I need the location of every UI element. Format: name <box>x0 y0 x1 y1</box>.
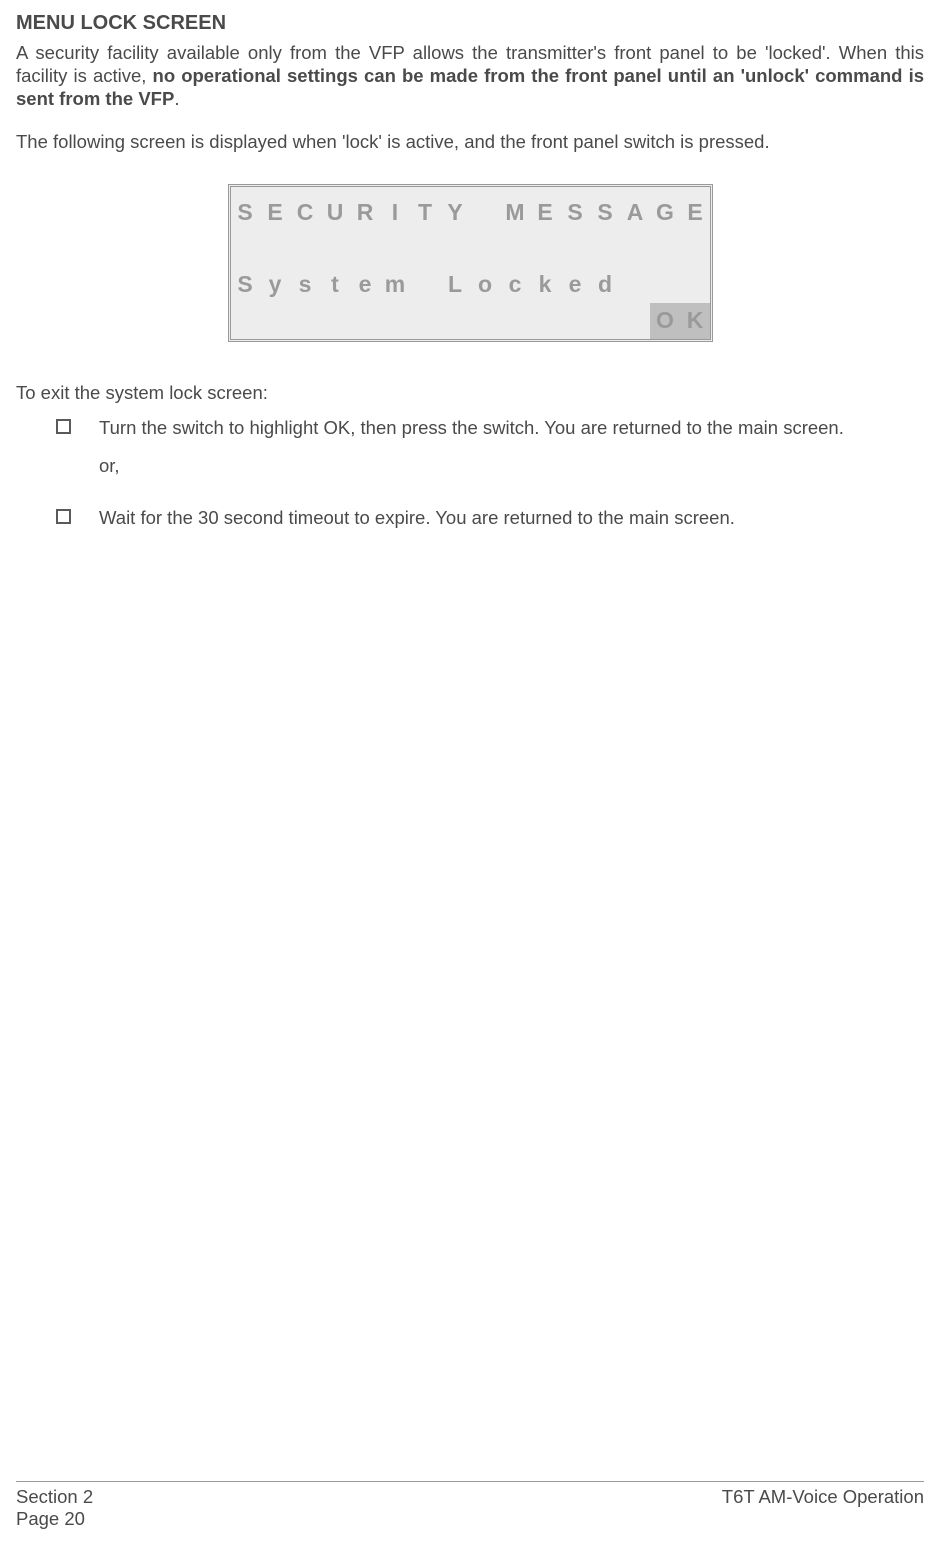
lcd-cell: E <box>530 195 560 231</box>
lcd-cell: G <box>650 195 680 231</box>
lcd-cell: o <box>470 267 500 303</box>
lcd-cell <box>620 303 650 339</box>
lcd-cell <box>440 303 470 339</box>
lcd-cell <box>470 231 500 267</box>
footer-rule <box>16 1481 924 1482</box>
lcd-cell <box>470 195 500 231</box>
lcd-cell <box>590 303 620 339</box>
lcd-cell <box>230 231 260 267</box>
lcd-cell: L <box>440 267 470 303</box>
lcd-cell: U <box>320 195 350 231</box>
section-heading: MENU LOCK SCREEN <box>16 12 924 35</box>
lcd-screen: SECURITYMESSAGESystemLockedOK <box>228 184 713 342</box>
lcd-cell <box>500 231 530 267</box>
lcd-cell <box>530 231 560 267</box>
item-step-2: Wait for the 30 second timeout to expire… <box>99 506 924 530</box>
lcd-cell <box>290 231 320 267</box>
lcd-cell: K <box>680 303 710 339</box>
lcd-cell: T <box>410 195 440 231</box>
lcd-cell: e <box>560 267 590 303</box>
lcd-cell <box>620 231 650 267</box>
list-item: Wait for the 30 second timeout to expire… <box>16 506 924 530</box>
paragraph-description: The following screen is displayed when '… <box>16 130 924 153</box>
page-footer: Section 2 Page 20 T6T AM-Voice Operation <box>16 1481 924 1530</box>
lcd-cell <box>410 231 440 267</box>
lcd-cell <box>470 303 500 339</box>
footer-row: Section 2 Page 20 T6T AM-Voice Operation <box>16 1486 924 1530</box>
lcd-cell <box>560 231 590 267</box>
document-page: MENU LOCK SCREEN A security facility ava… <box>0 0 940 1544</box>
lcd-cell: I <box>380 195 410 231</box>
footer-page: Page 20 <box>16 1508 93 1530</box>
lcd-cell <box>440 231 470 267</box>
lcd-cell <box>500 303 530 339</box>
lcd-cell <box>230 303 260 339</box>
instructions-intro: To exit the system lock screen: <box>16 382 924 404</box>
lcd-cell <box>320 303 350 339</box>
lcd-cell <box>350 231 380 267</box>
lcd-frame: SECURITYMESSAGESystemLockedOK <box>228 184 713 342</box>
lcd-cell: C <box>290 195 320 231</box>
intro-text-c: . <box>174 88 179 109</box>
or-label: or, <box>99 454 924 478</box>
lcd-cell <box>680 267 710 303</box>
intro-text-bold: no operational settings can be made from… <box>16 65 924 109</box>
checkbox-icon <box>56 509 71 524</box>
list-item-text: Turn the switch to highlight OK, then pr… <box>99 416 924 492</box>
lcd-cell: E <box>260 195 290 231</box>
lcd-cell <box>650 267 680 303</box>
lcd-cell: S <box>560 195 590 231</box>
lcd-cell: t <box>320 267 350 303</box>
lcd-cell <box>410 303 440 339</box>
lcd-cell: k <box>530 267 560 303</box>
lcd-cell <box>410 267 440 303</box>
lcd-cell: S <box>230 195 260 231</box>
lcd-grid: SECURITYMESSAGESystemLockedOK <box>231 195 710 339</box>
lcd-cell <box>590 231 620 267</box>
item-step-1: Turn the switch to highlight OK, then pr… <box>99 416 924 440</box>
lcd-cell: e <box>350 267 380 303</box>
lcd-cell: A <box>620 195 650 231</box>
lcd-cell: d <box>590 267 620 303</box>
lcd-cell: Y <box>440 195 470 231</box>
lcd-cell: R <box>350 195 380 231</box>
lcd-cell: y <box>260 267 290 303</box>
lcd-cell <box>320 231 350 267</box>
lcd-cell <box>620 267 650 303</box>
list-item: Turn the switch to highlight OK, then pr… <box>16 416 924 492</box>
lcd-cell <box>530 303 560 339</box>
lcd-cell: S <box>590 195 620 231</box>
lcd-cell <box>260 231 290 267</box>
lcd-cell <box>380 231 410 267</box>
checkbox-icon <box>56 419 71 434</box>
lcd-cell: M <box>500 195 530 231</box>
lcd-cell: s <box>290 267 320 303</box>
lcd-cell <box>650 231 680 267</box>
lcd-cell <box>290 303 320 339</box>
lcd-cell: E <box>680 195 710 231</box>
lcd-cell <box>380 303 410 339</box>
lcd-cell: O <box>650 303 680 339</box>
footer-right: T6T AM-Voice Operation <box>722 1486 924 1530</box>
paragraph-intro: A security facility available only from … <box>16 41 924 110</box>
lcd-cell: S <box>230 267 260 303</box>
lcd-cell: c <box>500 267 530 303</box>
lcd-cell <box>260 303 290 339</box>
footer-section: Section 2 <box>16 1486 93 1508</box>
lcd-cell <box>680 231 710 267</box>
footer-left: Section 2 Page 20 <box>16 1486 93 1530</box>
lcd-cell <box>350 303 380 339</box>
lcd-cell <box>560 303 590 339</box>
lcd-cell: m <box>380 267 410 303</box>
